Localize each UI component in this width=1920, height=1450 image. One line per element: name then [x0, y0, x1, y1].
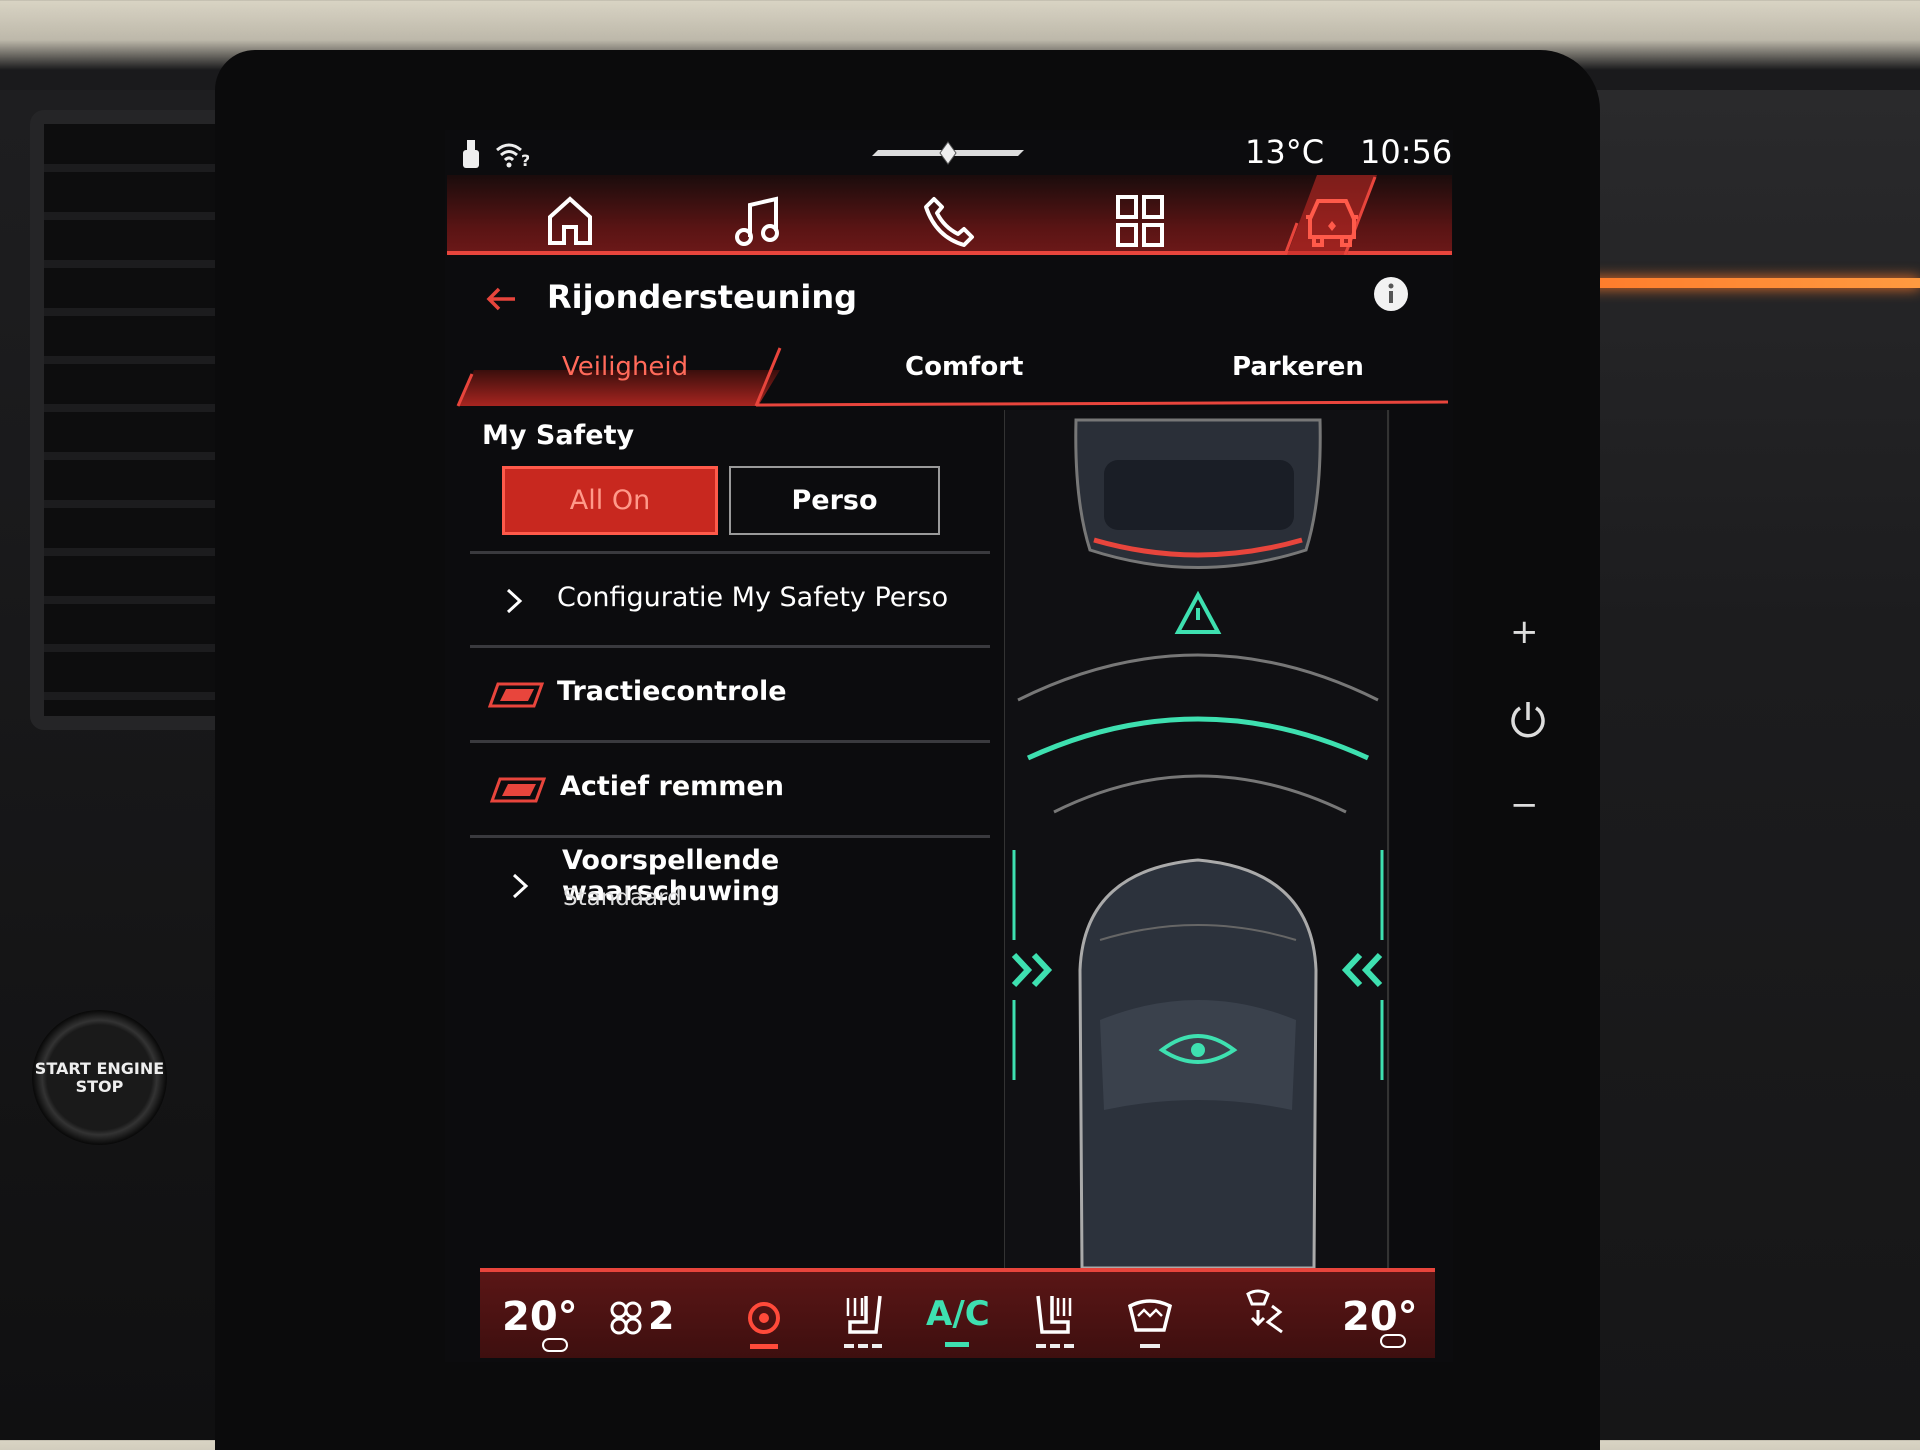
volume-up-button[interactable]: + — [1510, 612, 1539, 652]
toggle-on-icon[interactable] — [490, 777, 546, 803]
tab-veiligheid[interactable]: Veiligheid — [562, 352, 688, 382]
page-title: Rijondersteuning — [547, 278, 857, 316]
chevron-right-icon — [506, 588, 523, 614]
phone-icon[interactable] — [922, 193, 978, 249]
heated-seat-right-icon[interactable] — [1032, 1292, 1078, 1354]
actief-remmen-row[interactable]: Actief remmen — [470, 755, 990, 825]
volume-down-button[interactable]: − — [1510, 785, 1539, 825]
chevron-right-icon — [512, 873, 529, 899]
ac-button[interactable]: A/C — [926, 1294, 990, 1334]
toggle-on-icon[interactable] — [488, 682, 544, 708]
configuratie-row[interactable]: Configuratie My Safety Perso — [470, 568, 990, 638]
all-on-button[interactable]: All On — [502, 466, 718, 535]
row-label: Configuratie My Safety Perso — [557, 582, 949, 613]
brand-logo-icon — [872, 141, 1024, 165]
outside-temperature: 13°C — [1245, 133, 1325, 171]
nav-bar — [447, 175, 1452, 255]
sync-link-icon — [1380, 1334, 1406, 1348]
usb-icon — [463, 140, 479, 168]
wifi-question-icon: ? — [496, 143, 529, 170]
divider — [470, 551, 990, 554]
apps-grid-icon[interactable] — [1112, 193, 1168, 249]
divider — [470, 740, 990, 743]
divider — [470, 645, 990, 648]
heated-steering-wheel-icon[interactable] — [744, 1294, 784, 1356]
row-sublabel: Standaard — [563, 885, 682, 911]
tab-comfort[interactable]: Comfort — [905, 352, 1023, 382]
row-label: Actief remmen — [560, 771, 784, 802]
climate-bar: 20° 2 A/C 20° — [480, 1268, 1435, 1358]
my-safety-label: My Safety — [482, 420, 635, 451]
perso-button[interactable]: Perso — [729, 466, 940, 535]
arrow-left-icon[interactable] — [485, 285, 519, 313]
divider — [470, 835, 990, 838]
own-car-icon — [1078, 858, 1318, 1268]
svg-text:?: ? — [521, 151, 529, 170]
clock: 10:56 — [1360, 133, 1453, 171]
start-engine-button[interactable]: START ENGINE STOP — [32, 1010, 167, 1145]
power-icon[interactable] — [1508, 698, 1548, 742]
fan-speed: 2 — [648, 1294, 675, 1338]
heated-seat-left-icon[interactable] — [840, 1292, 886, 1354]
ac-indicator — [945, 1342, 969, 1347]
ambient-light-strip — [1565, 278, 1920, 288]
voorspellende-row[interactable]: Voorspellende waarschuwing Standaard — [470, 845, 990, 935]
music-icon[interactable] — [732, 193, 788, 249]
air-distribution-icon[interactable] — [1242, 1288, 1288, 1338]
info-icon[interactable] — [1373, 276, 1409, 312]
dashboard-right — [1560, 90, 1920, 1440]
tab-parkeren[interactable]: Parkeren — [1232, 352, 1364, 382]
home-icon[interactable] — [542, 193, 598, 249]
fan-icon[interactable] — [608, 1300, 644, 1336]
sync-link-icon — [542, 1338, 568, 1352]
safety-illustration — [1004, 410, 1390, 1268]
tractiecontrole-row[interactable]: Tractiecontrole — [470, 660, 990, 730]
car-icon[interactable] — [1302, 193, 1362, 249]
car-ahead-icon — [1074, 418, 1322, 569]
front-defrost-icon[interactable] — [1126, 1296, 1174, 1352]
row-label: Tractiecontrole — [557, 676, 787, 707]
left-temperature[interactable]: 20° — [502, 1294, 578, 1340]
